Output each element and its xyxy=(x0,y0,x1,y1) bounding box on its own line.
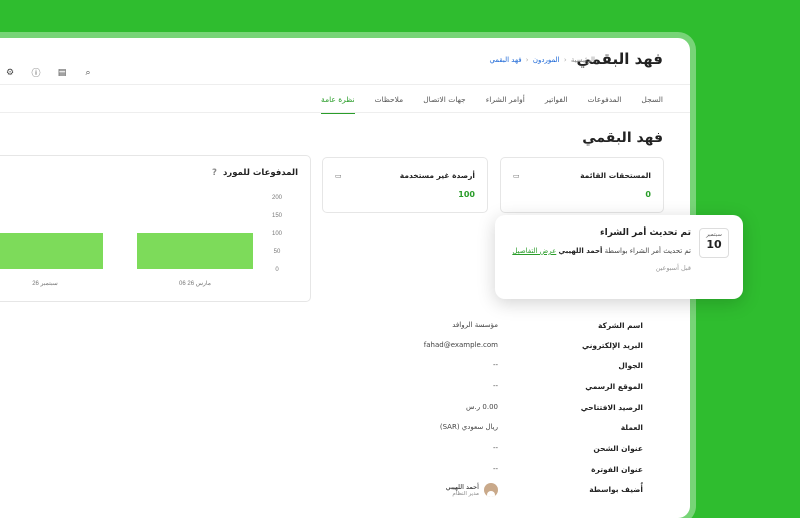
chart-bar[interactable] xyxy=(137,233,253,269)
detail-value: 0.00 ر.س xyxy=(466,403,498,411)
print-icon[interactable]: ▤ xyxy=(56,68,68,78)
section-title: فهد البقمي xyxy=(582,130,663,146)
y-tick-label: 200 xyxy=(272,195,283,201)
detail-label: عنوان الشحن xyxy=(593,444,643,453)
payments-chart: 200 150 100 50 0 26 سبتمبر 06 مارس 26 xyxy=(0,195,283,287)
toolbar: ⚙ ⓘ ▤ ⌕ xyxy=(4,66,94,80)
detail-row-billing-address: عنوان الفوترة -- xyxy=(0,465,690,485)
detail-label: اسم الشركة xyxy=(597,321,643,330)
detail-row-email: البريد الإلكتروني fahad@example.com xyxy=(0,341,690,361)
chart-bar[interactable] xyxy=(0,233,103,269)
detail-value[interactable]: fahad@example.com xyxy=(424,341,498,349)
tabs-divider xyxy=(0,112,690,113)
detail-label: الموقع الرسمي xyxy=(585,382,643,391)
breadcrumb: الرئيسية ‹ الموردون ‹ فهد البقمي xyxy=(489,56,595,64)
detail-label: البريد الإلكتروني xyxy=(582,341,643,350)
tab-payments[interactable]: المدفوعات xyxy=(587,90,621,114)
y-tick-label: 0 xyxy=(275,267,279,273)
avatar xyxy=(484,483,498,497)
tab-overview[interactable]: نظرة عامة xyxy=(321,90,355,114)
unused-credits-value: 100 xyxy=(458,190,475,199)
toast-time: قبل أسبوعين xyxy=(655,264,691,272)
y-tick-label: 100 xyxy=(272,231,283,237)
unused-credits-card: أرصدة غير مستخدمة ▭ 100 xyxy=(322,157,488,213)
breadcrumb-separator: ‹ xyxy=(525,56,529,64)
tab-invoices[interactable]: الفواتير xyxy=(545,90,568,114)
unused-credits-label: أرصدة غير مستخدمة xyxy=(399,171,475,180)
date-badge: سبتمبر 10 xyxy=(699,228,729,258)
detail-label: الرصيد الافتتاحي xyxy=(580,403,643,412)
detail-label: أُضيف بواسطة xyxy=(589,485,643,494)
settings-icon[interactable]: ⚙ xyxy=(4,68,16,78)
detail-row-company: اسم الشركة مؤسسة الروافد xyxy=(0,321,690,341)
tab-contacts[interactable]: جهات الاتصال xyxy=(423,90,466,114)
detail-row-shipping-address: عنوان الشحن -- xyxy=(0,444,690,464)
tab-history[interactable]: السجل xyxy=(641,90,663,114)
detail-label: الجوال xyxy=(618,361,643,370)
y-tick-label: 150 xyxy=(272,213,283,219)
detail-value: -- xyxy=(492,465,498,473)
detail-value: -- xyxy=(492,361,498,369)
detail-value: مؤسسة الروافد xyxy=(452,321,498,329)
detail-row-created-by: أُضيف بواسطة أحمد اللهيبي مدير النظام xyxy=(0,483,690,511)
toast-user: أحمد اللهيبي xyxy=(558,247,603,255)
creator-name: أحمد اللهيبي xyxy=(445,483,479,491)
x-tick-label: 26 سبتمبر xyxy=(32,281,58,287)
date-day: 10 xyxy=(706,238,722,251)
info-icon[interactable]: ⓘ xyxy=(30,66,42,79)
outstanding-card: المستحقات القائمة ▭ 0 xyxy=(500,157,664,213)
toast-body: تم تحديث أمر الشراء بواسطة أحمد اللهيبي … xyxy=(512,247,691,255)
detail-label: العملة xyxy=(620,423,643,432)
outstanding-value: 0 xyxy=(645,190,651,199)
detail-row-currency: العملة ريال سعودي (SAR) xyxy=(0,423,690,443)
breadcrumb-separator: ‹ xyxy=(563,56,567,64)
detail-value: ريال سعودي (SAR) xyxy=(439,423,498,431)
view-details-link[interactable]: عرض التفاصيل xyxy=(512,247,556,255)
detail-row-website: الموقع الرسمي -- xyxy=(0,382,690,402)
notification-toast[interactable]: سبتمبر 10 تم تحديث أمر الشراء تم تحديث أ… xyxy=(495,215,743,299)
creator-role: مدير النظام xyxy=(452,491,479,497)
x-tick-label: 06 مارس 26 xyxy=(179,280,211,287)
breadcrumb-home[interactable]: الرئيسية xyxy=(571,56,595,64)
detail-value: -- xyxy=(492,382,498,390)
wallet-icon: ▭ xyxy=(513,172,520,180)
detail-row-opening-balance: الرصيد الافتتاحي 0.00 ر.س xyxy=(0,403,690,423)
detail-row-mobile: الجوال -- xyxy=(0,361,690,381)
tab-notes[interactable]: ملاحظات xyxy=(375,90,404,114)
outstanding-label: المستحقات القائمة xyxy=(580,171,651,180)
creator: أحمد اللهيبي مدير النظام xyxy=(446,483,498,497)
breadcrumb-current: فهد البقمي xyxy=(489,56,522,64)
payments-chart-card: المدفوعات للمورد ? 200 150 100 50 0 26 سبتمبر… xyxy=(0,155,311,302)
breadcrumb-suppliers[interactable]: الموردون xyxy=(533,56,560,64)
toast-title: تم تحديث أمر الشراء xyxy=(600,228,691,238)
wallet-icon: ▭ xyxy=(335,172,342,180)
detail-value: -- xyxy=(492,444,498,452)
y-tick-label: 50 xyxy=(274,249,281,255)
detail-label: عنوان الفوترة xyxy=(591,465,643,474)
toast-text: تم تحديث أمر الشراء بواسطة xyxy=(604,247,691,255)
tab-bar: نظرة عامة ملاحظات جهات الاتصال أوامر الش… xyxy=(321,90,663,114)
tab-purchase-orders[interactable]: أوامر الشراء xyxy=(486,90,525,114)
search-icon[interactable]: ⌕ xyxy=(82,68,94,78)
top-bar: فهد البقمي الرئيسية ‹ الموردون ‹ فهد الب… xyxy=(0,38,690,85)
